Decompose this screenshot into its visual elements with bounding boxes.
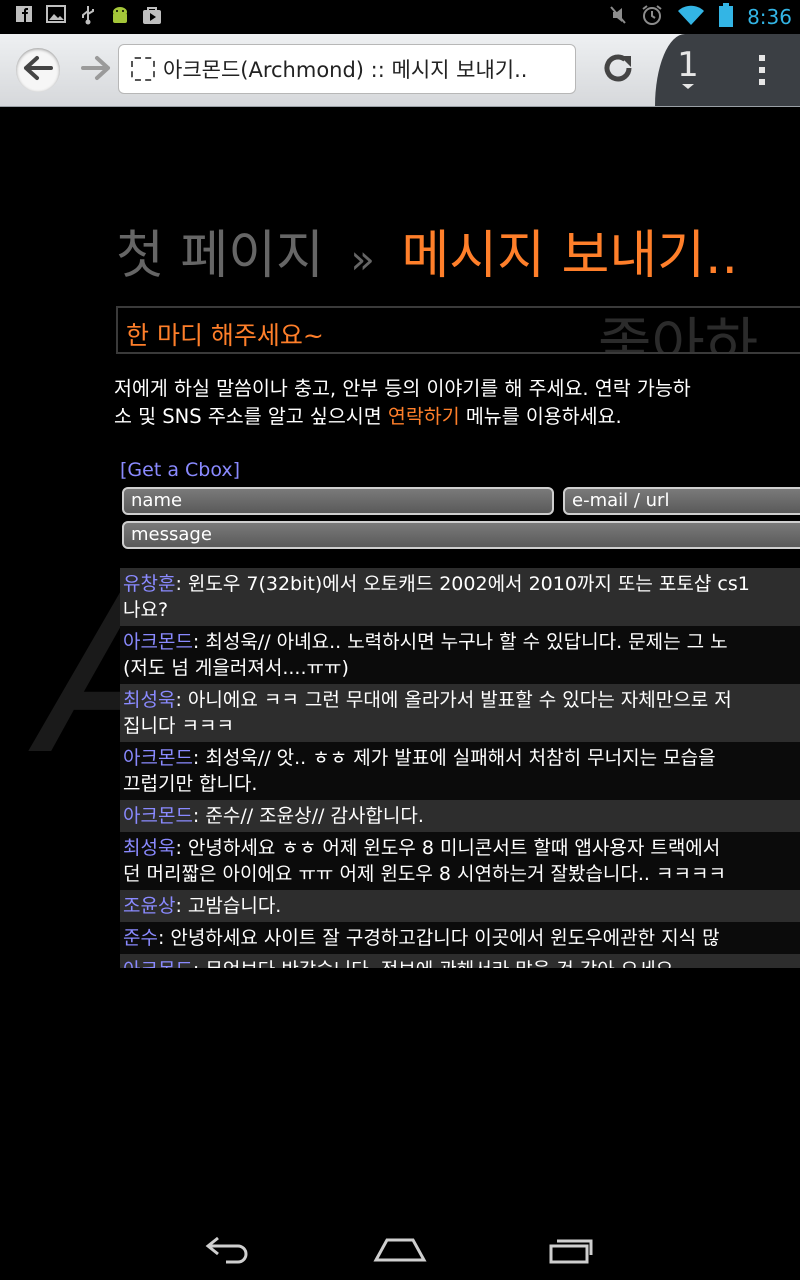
menu-dot-icon [759,67,765,73]
subtitle-box: 좋아하 한 마디 해주세요~ [116,306,800,354]
forward-arrow-icon [81,55,111,85]
message-author[interactable]: 준수 [123,927,158,949]
tab-switcher-button[interactable]: 1 [668,44,708,94]
play-store-icon [142,5,162,25]
message-text: : 준수// 조윤상// 감사합니다. [192,805,424,827]
message-text: : 고밤습니다. [175,895,282,917]
menu-dot-icon [759,79,765,85]
wifi-icon [677,4,705,30]
status-bar: 8:36 [0,0,800,34]
subtitle-background-text: 좋아하 [598,311,759,354]
back-arrow-icon [23,55,53,85]
message-author[interactable]: 아크몬드 [123,631,193,653]
message-author[interactable]: 유창훈 [123,573,175,595]
message-text: : 안녕하세요 사이트 잘 구경하고갑니다 이곳에서 윈도우에관한 지식 많 [157,927,720,949]
usb-icon [78,5,98,25]
message-text: : 윈도우 7(32bit)에서 오토캐드 2002에서 2010까지 또는 포… [123,573,750,621]
page-icon [131,57,155,81]
menu-dot-icon [759,55,765,61]
clock: 8:36 [747,5,792,29]
subtitle: 한 마디 해주세요~ [126,321,324,350]
breadcrumb-separator: » [350,237,375,283]
overflow-menu-button[interactable] [742,48,782,92]
nav-back-button[interactable] [198,1228,258,1270]
message-item: 최성욱: 아니에요 ㅋㅋ 그런 무대에 올라가서 발표할 수 있다는 자체만으로… [120,684,800,742]
message-item: 아크몬드: 무엇보다 반갑습니다. 정보에 관해서라 많을 것 같아 오세요. [120,954,800,968]
message-item: 최성욱: 안녕하세요 ㅎㅎ 어제 윈도우 8 미니콘서트 할때 앱사용자 트랙에… [120,832,800,890]
reload-icon [600,50,636,90]
web-page: A 첫 페이지 » 메시지 보내기.. 좋아하 한 마디 해주세요~ 저에게 하… [0,107,800,1218]
message-item: 아크몬드: 최성욱// 아녜요.. 노력하시면 누구나 할 수 있답니다. 문제… [120,626,800,684]
gallery-icon [46,5,66,25]
email-url-input[interactable]: e-mail / url [563,487,800,515]
recent-apps-icon [549,1239,593,1264]
mute-icon [609,5,627,29]
breadcrumb-home-link[interactable]: 첫 페이지 [116,226,324,286]
android-icon [110,5,130,25]
name-input[interactable]: name [122,487,554,515]
tab-count-icon: 1 [677,46,699,89]
nav-home-button[interactable] [370,1228,430,1270]
intro-text-after: 메뉴를 이용하세요. [459,405,622,428]
message-list[interactable]: 유창훈: 윈도우 7(32bit)에서 오토캐드 2002에서 2010까지 또… [120,568,800,968]
reload-button[interactable] [596,48,640,92]
alarm-icon [641,4,663,30]
nav-recent-apps-button[interactable] [542,1228,602,1270]
intro-line-1: 저에게 하실 말씀이나 충고, 안부 등의 이야기를 해 주세요. 연락 가능하 [114,377,691,400]
page-title: 아크몬드(Archmond) :: 메시지 보내기.. [163,58,528,82]
message-text: : 최성욱// 앗.. ㅎㅎ 제가 발표에 실패해서 처참히 무너지는 모습을 … [123,747,716,795]
message-text: : 아니에요 ㅋㅋ 그런 무대에 올라가서 발표할 수 있다는 자체만으로 저 … [123,689,732,737]
breadcrumb-current: 메시지 보내기.. [401,226,739,286]
message-input[interactable]: message [122,521,800,549]
message-item: 아크몬드: 최성욱// 앗.. ㅎㅎ 제가 발표에 실패해서 처참히 무너지는 … [120,742,800,800]
message-author[interactable]: 아크몬드 [123,805,193,827]
message-item: 준수: 안녕하세요 사이트 잘 구경하고갑니다 이곳에서 윈도우에관한 지식 많 [120,922,800,954]
message-text: : 무엇보다 반갑습니다. 정보에 관해서라 많을 것 같아 오세요. [193,959,679,968]
message-item: 유창훈: 윈도우 7(32bit)에서 오토캐드 2002에서 2010까지 또… [120,568,800,626]
cbox-widget: [Get a Cbox] name e-mail / url message [120,459,800,549]
message-author[interactable]: 아크몬드 [123,747,193,769]
intro-line-2: 소 및 SNS 주소를 알고 싶으시면 연락하기 메뉴를 이용하세요. [114,403,800,431]
battery-icon [719,3,734,31]
back-icon [205,1236,248,1264]
facebook-icon [14,5,34,25]
message-item: 아크몬드: 준수// 조윤상// 감사합니다. [120,800,800,832]
message-author[interactable]: 조윤상 [123,895,175,917]
message-item: 조윤상: 고밤습니다. [120,890,800,922]
intro-text: 저에게 하실 말씀이나 충고, 안부 등의 이야기를 해 주세요. 연락 가능하… [114,375,800,431]
tab-count: 1 [677,46,699,85]
url-bar[interactable]: 아크몬드(Archmond) :: 메시지 보내기.. [118,44,576,94]
browser-toolbar: 아크몬드(Archmond) :: 메시지 보내기.. 1 [0,34,800,108]
message-author[interactable]: 최성욱 [123,689,175,711]
page-heading: 첫 페이지 » 메시지 보내기.. [116,213,738,288]
forward-button[interactable] [74,48,118,92]
message-author[interactable]: 아크몬드 [123,959,193,968]
message-author[interactable]: 최성욱 [123,837,175,859]
message-text: : 안녕하세요 ㅎㅎ 어제 윈도우 8 미니콘서트 할때 앱사용자 트랙에서 던… [123,837,726,885]
message-text: : 최성욱// 아녜요.. 노력하시면 누구나 할 수 있답니다. 문제는 그 … [123,631,728,679]
get-cbox-link[interactable]: [Get a Cbox] [120,459,800,481]
contact-link[interactable]: 연락하기 [388,405,460,428]
system-nav-bar [0,1218,800,1280]
back-button[interactable] [16,48,60,92]
home-icon [373,1238,427,1262]
intro-text-before: 소 및 SNS 주소를 알고 싶으시면 [114,405,388,428]
